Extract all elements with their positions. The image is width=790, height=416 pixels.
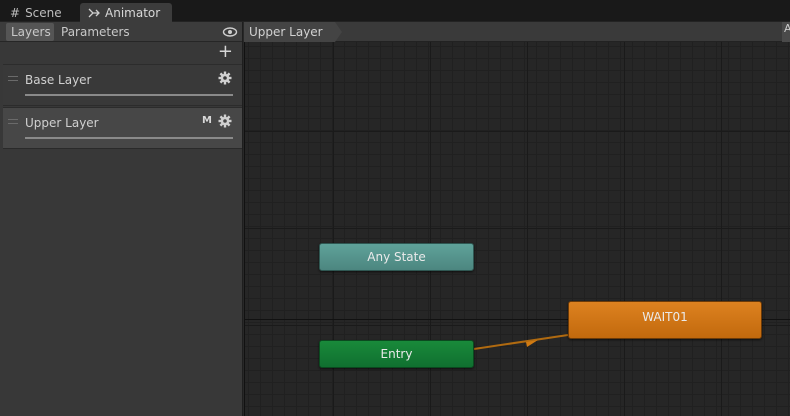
drag-handle-icon[interactable]	[8, 76, 18, 81]
any-state-node[interactable]: Any State	[319, 243, 474, 271]
tab-parameters[interactable]: Parameters	[56, 23, 135, 41]
layers-panel: Layers Parameters + Base Layer Upper Lay…	[0, 22, 243, 416]
gear-icon[interactable]	[218, 71, 232, 85]
add-layer-button[interactable]: +	[218, 43, 233, 61]
drag-handle-icon[interactable]	[8, 119, 18, 124]
window-tab-strip: # Scene Animator	[0, 0, 790, 22]
animator-icon	[88, 8, 100, 17]
tab-animator[interactable]: Animator	[80, 3, 172, 22]
layer-weight-bar	[25, 137, 233, 139]
panel-tabs: Layers Parameters	[0, 22, 242, 42]
tab-layers[interactable]: Layers	[6, 23, 54, 41]
gear-icon[interactable]	[218, 114, 232, 128]
layer-item-base[interactable]: Base Layer	[3, 64, 242, 106]
layer-item-upper[interactable]: Upper Layer M	[3, 107, 242, 149]
tab-scene-label: Scene	[25, 5, 62, 20]
entry-node[interactable]: Entry	[319, 340, 474, 368]
layer-name: Base Layer	[25, 73, 92, 87]
eye-icon[interactable]	[222, 23, 238, 41]
state-machine-graph[interactable]: Upper Layer A Any State Entry WAIT01	[244, 22, 790, 416]
layer-name: Upper Layer	[25, 116, 99, 130]
tab-animator-label: Animator	[105, 5, 161, 20]
mask-badge: M	[202, 115, 212, 126]
layer-weight-bar	[25, 94, 233, 96]
tab-scene[interactable]: # Scene	[2, 3, 70, 22]
state-node-wait01[interactable]: WAIT01	[568, 301, 762, 339]
grid-icon: #	[10, 5, 21, 20]
